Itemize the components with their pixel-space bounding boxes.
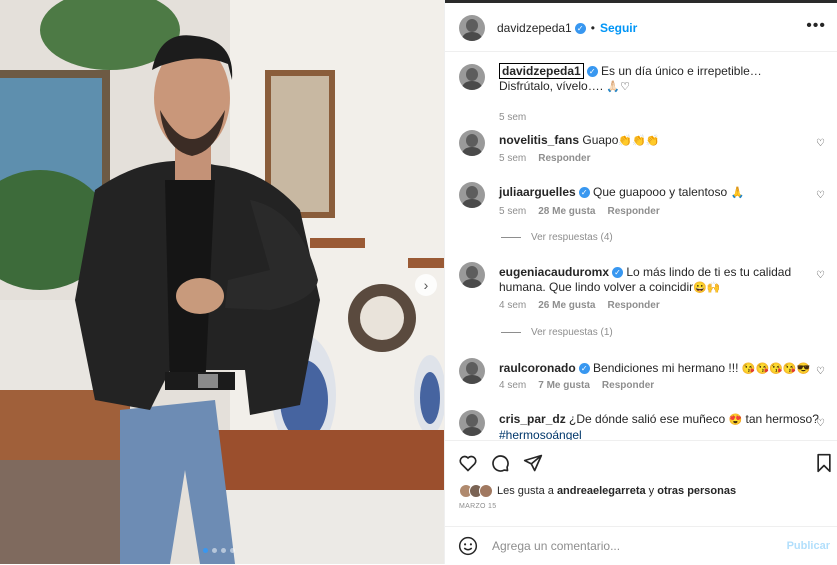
- carousel-next-button[interactable]: ›: [415, 274, 437, 296]
- commenter-avatar[interactable]: [459, 262, 485, 288]
- comment-likes[interactable]: 26 Me gusta: [538, 300, 595, 311]
- verified-icon: ✓: [586, 66, 598, 78]
- author-username[interactable]: davidzepeda1: [497, 21, 572, 35]
- comment-body: eugeniacauduromx ✓ Lo más lindo de ti es …: [499, 265, 819, 296]
- post-side-panel: davidzepeda1 ✓ • Seguir ••• davidzepeda1…: [444, 0, 837, 564]
- like-comment-heart-icon[interactable]: ♡: [816, 366, 825, 377]
- comment-text: Bendiciones mi hermano !!!: [593, 361, 739, 375]
- caption-emojis: 🙏🏻♡: [606, 81, 630, 93]
- like-comment-heart-icon[interactable]: ♡: [816, 270, 825, 281]
- liker-avatar: [479, 484, 493, 498]
- commenter-avatar[interactable]: [459, 358, 485, 384]
- likes-summary[interactable]: Les gusta a andreaelegarreta y otras per…: [459, 484, 736, 498]
- comment-body: cris_par_dz ¿De dónde salió ese muñeco 😍…: [499, 412, 819, 440]
- author-avatar[interactable]: [459, 15, 485, 41]
- verified-icon: ✓: [578, 187, 590, 199]
- commenter-username[interactable]: cris_par_dz: [499, 412, 566, 426]
- comment-emojis: 🙏: [730, 187, 745, 199]
- replies-line: [501, 332, 521, 333]
- save-bookmark-icon[interactable]: [815, 453, 833, 473]
- add-comment-bar: Agrega un comentario... Publicar: [445, 526, 837, 565]
- likes-text: Les gusta a andreaelegarreta y otras per…: [497, 485, 736, 497]
- caption-username[interactable]: davidzepeda1: [499, 63, 584, 79]
- carousel-dot: [221, 548, 226, 553]
- comment-meta: 5 sem Responder: [499, 153, 590, 164]
- verified-icon: ✓: [612, 267, 624, 279]
- caption-meta: 5 sem: [499, 112, 526, 123]
- verified-icon: ✓: [578, 363, 590, 375]
- emoji-smile-icon[interactable]: [458, 536, 478, 556]
- separator-dot: •: [590, 21, 595, 35]
- view-replies-button[interactable]: Ver respuestas (4): [501, 232, 613, 243]
- comment-time[interactable]: 4 sem: [499, 380, 526, 391]
- view-replies-label: Ver respuestas (4): [531, 232, 613, 243]
- comment-body: juliaarguelles ✓ Que guapooo y talentoso …: [499, 185, 819, 201]
- comment-text: ¿De dónde salió ese muñeco: [569, 412, 726, 426]
- verified-icon: ✓: [574, 22, 586, 34]
- comment-text: Guapo: [582, 133, 619, 147]
- like-heart-icon[interactable]: [458, 453, 478, 473]
- comment-hashtag[interactable]: #hermosoángel: [499, 428, 582, 440]
- commenter-username[interactable]: novelitis_fans: [499, 133, 579, 147]
- comment-body: novelitis_fans Guapo👏👏👏: [499, 133, 819, 149]
- comment-emojis: 😘😘😘😘😎: [741, 363, 811, 375]
- post-date[interactable]: MARZO 15: [459, 503, 496, 510]
- like-comment-heart-icon[interactable]: ♡: [816, 138, 825, 149]
- commenter-avatar[interactable]: [459, 182, 485, 208]
- likes-user[interactable]: andreaelegarreta: [557, 485, 646, 497]
- comment-text-after: tan hermoso?: [745, 412, 819, 426]
- commenter-username[interactable]: raulcoronado: [499, 361, 576, 375]
- reply-button[interactable]: Responder: [607, 300, 659, 311]
- like-comment-heart-icon[interactable]: ♡: [816, 190, 825, 201]
- comment-emojis: 😀🙌: [693, 282, 721, 294]
- comment-meta: 4 sem 26 Me gusta Responder: [499, 300, 660, 311]
- more-options-icon[interactable]: •••: [806, 17, 826, 35]
- comments-list[interactable]: davidzepeda1 ✓ Es un día único e irrepeti…: [445, 52, 837, 440]
- caption-body: davidzepeda1 ✓ Es un día único e irrepeti…: [499, 63, 819, 95]
- publish-button[interactable]: Publicar: [787, 540, 830, 552]
- carousel-dot: [212, 548, 217, 553]
- comment-bubble-icon[interactable]: [490, 453, 510, 473]
- view-replies-button[interactable]: Ver respuestas (1): [501, 327, 613, 338]
- carousel-dots: [203, 548, 235, 553]
- comment-likes[interactable]: 7 Me gusta: [538, 380, 590, 391]
- replies-line: [501, 237, 521, 238]
- caption-time[interactable]: 5 sem: [499, 112, 526, 123]
- action-bar: [445, 440, 837, 485]
- comment-time[interactable]: 5 sem: [499, 153, 526, 164]
- comment-time[interactable]: 5 sem: [499, 206, 526, 217]
- like-comment-heart-icon[interactable]: ♡: [816, 418, 825, 429]
- comment-text: Que guapooo y talentoso: [593, 185, 728, 199]
- reply-button[interactable]: Responder: [607, 206, 659, 217]
- comment-time[interactable]: 4 sem: [499, 300, 526, 311]
- commenter-avatar[interactable]: [459, 410, 485, 436]
- post-photo[interactable]: ›: [0, 0, 444, 564]
- comment-meta: 4 sem 7 Me gusta Responder: [499, 380, 654, 391]
- commenter-username[interactable]: eugeniacauduromx: [499, 265, 609, 279]
- comment-meta: 5 sem 28 Me gusta Responder: [499, 206, 660, 217]
- likes-others[interactable]: otras personas: [657, 485, 736, 497]
- comment-input[interactable]: Agrega un comentario...: [492, 539, 787, 553]
- photo-illustration: [0, 0, 444, 564]
- commenter-avatar[interactable]: [459, 130, 485, 156]
- comment-likes[interactable]: 28 Me gusta: [538, 206, 595, 217]
- caption-text-line2: Disfrútalo, vívelo….: [499, 79, 604, 93]
- top-strip: [445, 0, 837, 3]
- share-send-icon[interactable]: [523, 453, 543, 473]
- caption-text-line1: Es un día único e irrepetible…: [601, 64, 762, 78]
- comment-emojis: 😍: [728, 414, 743, 426]
- comment-body: raulcoronado ✓ Bendiciones mi hermano !!!…: [499, 361, 819, 377]
- view-replies-label: Ver respuestas (1): [531, 327, 613, 338]
- carousel-dot: [230, 548, 235, 553]
- carousel-dot: [203, 548, 208, 553]
- post-header: davidzepeda1 ✓ • Seguir •••: [445, 5, 837, 52]
- likes-prefix: Les gusta a: [497, 485, 554, 497]
- follow-button[interactable]: Seguir: [600, 21, 637, 35]
- likes-middle: y: [648, 485, 655, 497]
- commenter-username[interactable]: juliaarguelles: [499, 185, 576, 199]
- comment-emojis: 👏👏👏: [618, 135, 660, 147]
- reply-button[interactable]: Responder: [538, 153, 590, 164]
- reply-button[interactable]: Responder: [602, 380, 654, 391]
- caption-avatar[interactable]: [459, 64, 485, 90]
